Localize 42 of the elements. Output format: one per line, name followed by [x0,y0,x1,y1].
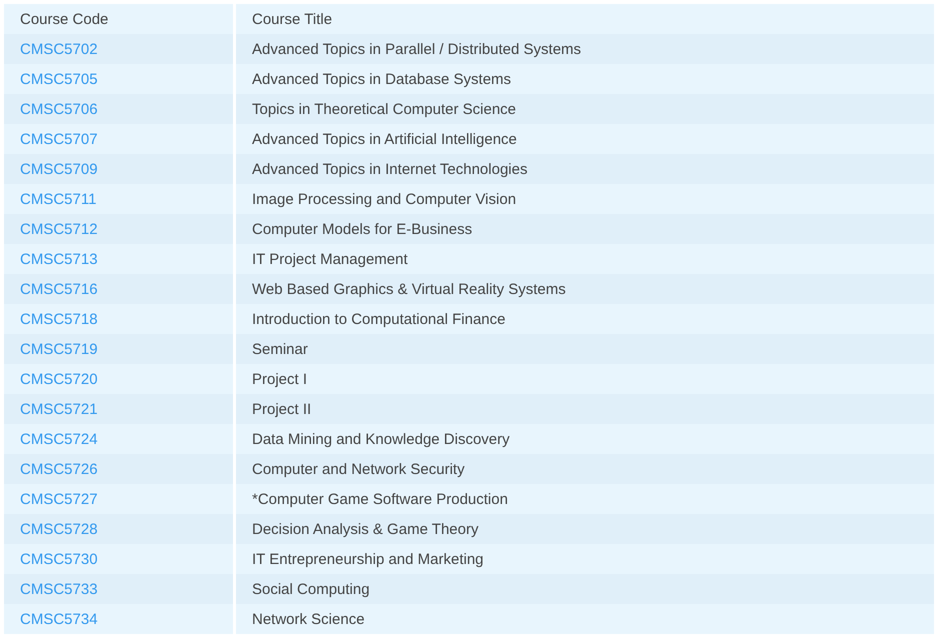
course-code-link[interactable]: CMSC5709 [20,160,98,178]
course-code-link[interactable]: CMSC5728 [20,520,98,538]
course-code-link[interactable]: CMSC5705 [20,70,98,88]
table-cell: Project II [236,394,934,424]
table-cell: Web Based Graphics & Virtual Reality Systems [236,274,934,304]
table-cell: Data Mining and Knowledge Discovery [236,424,934,454]
course-code-link[interactable]: CMSC5716 [20,280,98,298]
table-cell: Advanced Topics in Artificial Intelligence [236,124,934,154]
course-code-link[interactable]: CMSC5711 [20,190,96,208]
table-cell: Topics in Theoretical Computer Science [236,94,934,124]
table-cell: *Computer Game Software Production [236,484,934,514]
table-cell: Social Computing [236,574,934,604]
course-code-link[interactable]: CMSC5720 [20,370,98,388]
table-cell: Advanced Topics in Database Systems [236,64,934,94]
course-code-link[interactable]: CMSC5706 [20,100,98,118]
table-cell: Computer and Network Security [236,454,934,484]
course-code-link[interactable]: CMSC5724 [20,430,98,448]
course-code-link[interactable]: CMSC5733 [20,580,98,598]
course-code-link[interactable]: CMSC5713 [20,250,98,268]
table-cell: Project I [236,364,934,394]
course-code-link[interactable]: CMSC5707 [20,130,98,148]
course-code-link[interactable]: CMSC5726 [20,460,98,478]
course-code-link[interactable]: CMSC5719 [20,340,98,358]
course-code-link[interactable]: CMSC5718 [20,310,98,328]
course-code-link[interactable]: CMSC5712 [20,220,98,238]
table-cell: Computer Models for E-Business [236,214,934,244]
table-cell: IT Entrepreneurship and Marketing [236,544,934,574]
table-cell: Image Processing and Computer Vision [236,184,934,214]
course-code-link[interactable]: CMSC5727 [20,490,98,508]
table-cell: Advanced Topics in Parallel / Distributed Systems [236,34,934,64]
table-cell: Network Science [236,604,934,634]
table-cell: Decision Analysis & Game Theory [236,514,934,544]
course-code-link[interactable]: CMSC5734 [20,610,98,628]
table-cell: IT Project Management [236,244,934,274]
table-cell: Introduction to Computational Finance [236,304,934,334]
column-header: Course Code [4,4,233,34]
column-header: Course Title [236,4,934,34]
table-cell: Seminar [236,334,934,364]
course-code-link[interactable]: CMSC5730 [20,550,98,568]
course-code-link[interactable]: CMSC5702 [20,40,98,58]
course-code-link[interactable]: CMSC5721 [20,400,98,418]
table-cell: Advanced Topics in Internet Technologies [236,154,934,184]
